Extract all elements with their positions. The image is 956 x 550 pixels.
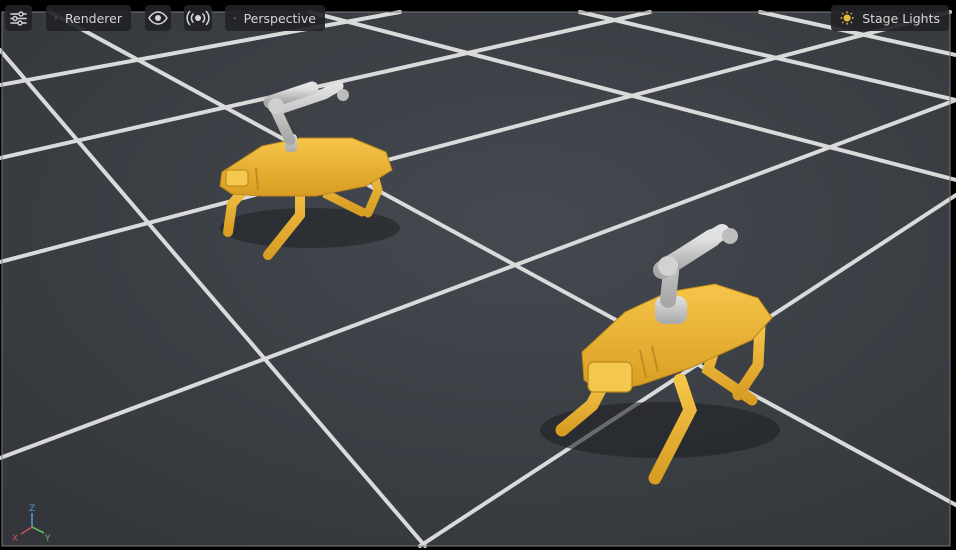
visibility-button[interactable] (145, 5, 171, 31)
broadcast-button[interactable] (184, 5, 212, 31)
video-camera-icon (234, 17, 236, 19)
settings-button[interactable] (5, 5, 32, 31)
axis-z-label: Z (29, 504, 35, 514)
scene-canvas[interactable] (0, 0, 956, 550)
sun-icon (840, 11, 854, 25)
renderer-button[interactable]: Renderer (46, 5, 131, 31)
renderer-label: Renderer (64, 10, 122, 26)
robot-1-shadow (220, 208, 400, 248)
stage-lights-button[interactable]: Stage Lights (831, 5, 949, 31)
eye-icon (148, 11, 168, 25)
sliders-icon (10, 10, 27, 26)
camera-label: Perspective (243, 10, 316, 26)
axis-x-label: X (12, 534, 18, 544)
camera-button[interactable]: Perspective (225, 5, 325, 31)
viewport[interactable]: Renderer Perspective Stage Lights Z X Y (0, 0, 956, 550)
axis-y-label: Y (44, 534, 51, 544)
stage-lights-label: Stage Lights (862, 10, 940, 26)
broadcast-icon (186, 10, 210, 26)
axis-gizmo: Z X Y (12, 504, 51, 544)
lightbulb-icon (55, 16, 57, 20)
